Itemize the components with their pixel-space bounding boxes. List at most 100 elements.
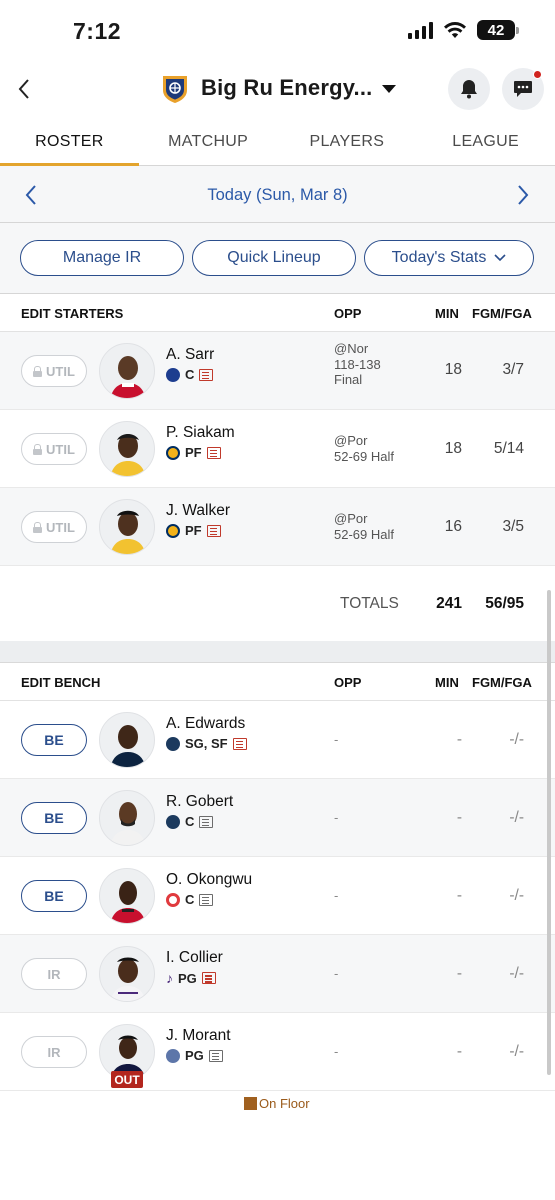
team-logo-icon	[166, 367, 180, 382]
starters-title[interactable]: EDIT STARTERS	[21, 306, 123, 321]
totals-label: TOTALS	[340, 595, 399, 612]
player-name[interactable]: P. Siakam	[166, 424, 235, 442]
slot-button[interactable]: UTIL	[21, 433, 87, 465]
minutes-value: 18	[444, 361, 462, 378]
news-icon[interactable]	[201, 972, 216, 984]
slot-button[interactable]: UTIL	[21, 355, 87, 387]
player-headshot[interactable]	[99, 421, 155, 477]
main-tabs: ROSTER MATCHUP PLAYERS LEAGUE	[0, 114, 555, 166]
jazz-note-icon: ♪	[166, 970, 173, 986]
player-headshot[interactable]	[99, 343, 155, 399]
opponent-info: -	[334, 810, 339, 825]
bench-row[interactable]: BE R. Gobert C - - -/-	[0, 779, 555, 857]
team-logo-icon	[166, 445, 180, 460]
team-logo-icon	[166, 523, 180, 538]
player-headshot[interactable]	[99, 868, 155, 924]
team-name[interactable]: Big Ru Energy...	[201, 75, 372, 101]
chevron-down-icon	[494, 254, 506, 262]
battery-icon: 42	[477, 20, 519, 40]
lock-icon	[33, 443, 43, 455]
slot-label: UTIL	[46, 519, 75, 535]
bench-row[interactable]: IR I. Collier ♪ PG - - -/-	[0, 935, 555, 1013]
slot-button[interactable]: IR	[21, 1036, 87, 1068]
starter-row[interactable]: UTIL J. Walker PF @Por 52-69 Half 16 3/5	[0, 488, 555, 566]
minutes-value: -	[456, 965, 462, 982]
opponent-info: @Por 52-69 Half	[334, 433, 394, 464]
bench-title[interactable]: EDIT BENCH	[21, 675, 100, 690]
quick-lineup-button[interactable]: Quick Lineup	[192, 240, 356, 276]
slot-button[interactable]: BE	[21, 880, 87, 912]
news-icon[interactable]	[199, 815, 214, 828]
news-icon[interactable]	[206, 446, 221, 459]
tab-matchup[interactable]: MATCHUP	[139, 114, 278, 165]
tab-league[interactable]: LEAGUE	[416, 114, 555, 165]
lock-icon	[33, 365, 43, 377]
player-name[interactable]: R. Gobert	[166, 793, 233, 811]
fgm-fga-value: 3/7	[502, 361, 524, 378]
scrollbar[interactable]	[547, 590, 551, 1075]
player-position: PF	[185, 523, 202, 538]
slot-button[interactable]: BE	[21, 802, 87, 834]
back-chevron-icon[interactable]	[14, 76, 36, 102]
top-bar: Big Ru Energy...	[0, 66, 555, 114]
notifications-button[interactable]	[448, 68, 490, 110]
tab-roster[interactable]: ROSTER	[0, 114, 139, 166]
slot-button[interactable]: IR	[21, 958, 87, 990]
minutes-value: -	[456, 1043, 462, 1060]
player-headshot[interactable]	[99, 790, 155, 846]
game-status: Final	[334, 372, 363, 387]
player-name[interactable]: A. Edwards	[166, 715, 245, 733]
opponent-info: -	[334, 1044, 339, 1059]
starter-row[interactable]: UTIL P. Siakam PF @Por 52-69 Half 18 5/14	[0, 410, 555, 488]
slot-button[interactable]: UTIL	[21, 511, 87, 543]
opponent: @Por	[334, 511, 368, 526]
news-icon[interactable]	[232, 737, 247, 750]
fgm-fga-value: -/-	[509, 1043, 524, 1060]
tab-players[interactable]: PLAYERS	[278, 114, 417, 165]
player-position: PG	[178, 970, 197, 986]
news-icon[interactable]	[206, 524, 221, 537]
news-icon[interactable]	[199, 893, 214, 906]
messages-button[interactable]	[502, 68, 544, 110]
totals-minutes: 241	[436, 595, 462, 612]
fgm-fga-value: 3/5	[502, 518, 524, 535]
on-floor-swatch	[244, 1097, 257, 1110]
player-name[interactable]: O. Okongwu	[166, 871, 252, 889]
player-meta: PF	[166, 445, 221, 460]
team-dropdown-caret-icon[interactable]	[382, 85, 396, 93]
game-score: 52-69 Half	[334, 526, 394, 542]
opponent-info: -	[334, 888, 339, 903]
manage-ir-button[interactable]: Manage IR	[20, 240, 184, 276]
wifi-icon	[444, 22, 466, 38]
fgm-fga-value: -/-	[509, 965, 524, 982]
team-logo-icon	[166, 736, 180, 751]
bell-icon	[461, 80, 477, 99]
bench-row[interactable]: IR OUT J. Morant PG - - -/-	[0, 1013, 555, 1091]
opponent: @Por	[334, 433, 368, 448]
starters-header: EDIT STARTERS OPP MIN FGM/FGA	[0, 294, 555, 332]
bench-row[interactable]: BE O. Okongwu C - - -/-	[0, 857, 555, 935]
player-name[interactable]: I. Collier	[166, 949, 223, 967]
bench-row[interactable]: BE A. Edwards SG, SF - - -/-	[0, 701, 555, 779]
news-icon[interactable]	[208, 1049, 223, 1062]
next-day-icon[interactable]	[516, 184, 530, 206]
player-name[interactable]: J. Walker	[166, 502, 230, 520]
opponent-info: -	[334, 732, 339, 747]
totals-fgm-fga: 56/95	[485, 595, 524, 612]
slot-button[interactable]: BE	[21, 724, 87, 756]
player-name[interactable]: J. Morant	[166, 1027, 231, 1045]
opponent: @Nor	[334, 341, 369, 356]
player-meta: C	[166, 814, 214, 829]
current-date[interactable]: Today (Sun, Mar 8)	[0, 186, 555, 205]
player-headshot[interactable]	[99, 499, 155, 555]
player-meta: C	[166, 892, 214, 907]
player-headshot[interactable]	[99, 712, 155, 768]
todays-stats-dropdown[interactable]: Today's Stats	[364, 240, 534, 276]
news-icon[interactable]	[199, 368, 214, 381]
action-bar: Manage IR Quick Lineup Today's Stats	[0, 223, 555, 294]
player-headshot[interactable]	[99, 946, 155, 1002]
starter-row[interactable]: UTIL A. Sarr C @Nor 118-138 Final 18 3/7	[0, 332, 555, 410]
player-meta: PF	[166, 523, 221, 538]
player-name[interactable]: A. Sarr	[166, 346, 214, 364]
fgm-fga-value: -/-	[509, 809, 524, 826]
